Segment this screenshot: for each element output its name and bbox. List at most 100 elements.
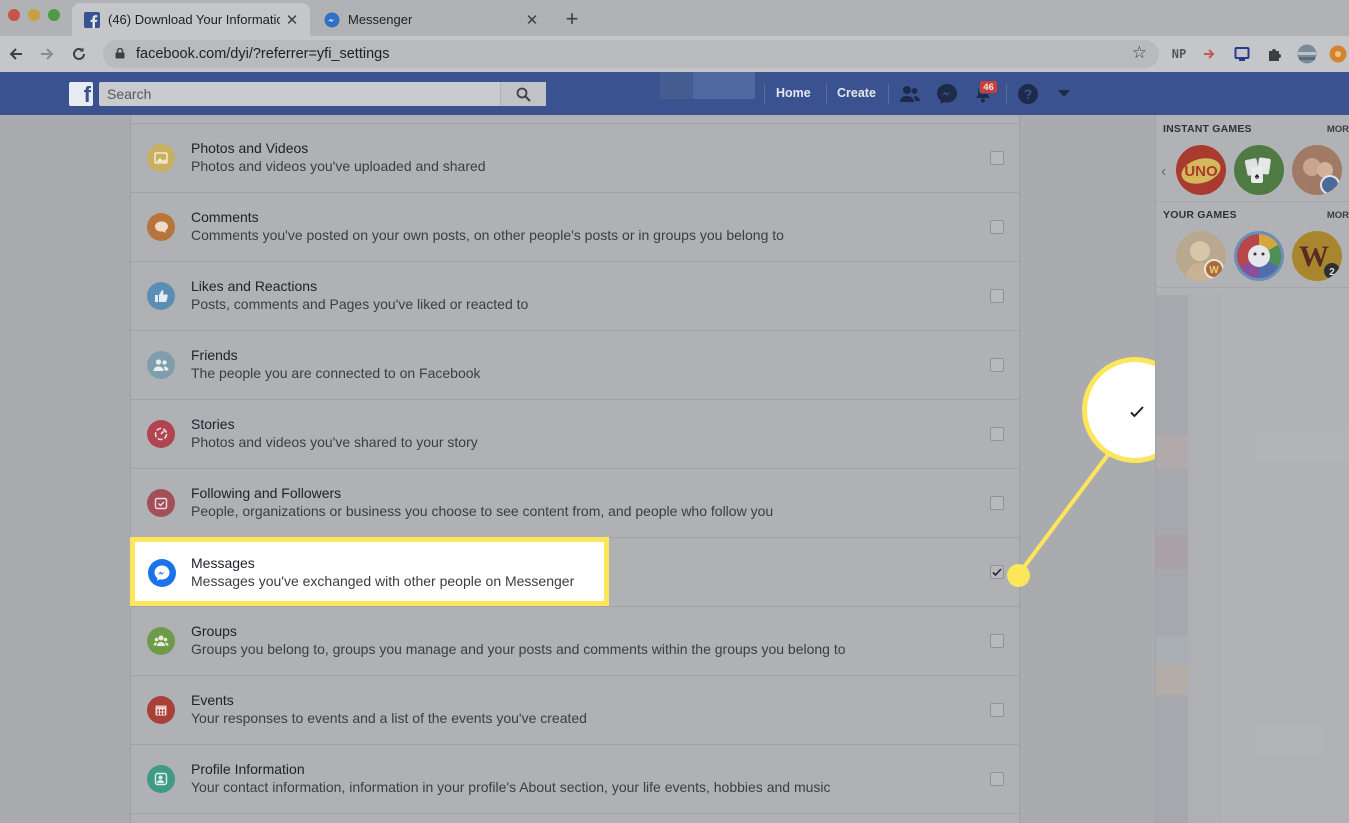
category-description: Photos and videos you've shared to your … (191, 434, 478, 450)
np-extension-icon[interactable]: NP (1170, 44, 1188, 64)
list-item-groups[interactable]: Groups Groups you belong to, groups you … (131, 606, 1019, 675)
trivia-game-icon[interactable] (1234, 231, 1284, 281)
nav-divider (764, 84, 765, 104)
category-checkbox[interactable] (990, 496, 1004, 510)
svg-text:♠: ♠ (1255, 171, 1260, 181)
uno-game-icon[interactable]: UNO (1176, 145, 1226, 195)
category-description: Comments you've posted on your own posts… (191, 227, 784, 243)
facebook-search (99, 82, 546, 106)
tab-download-information[interactable]: (46) Download Your Informatio ✕ (72, 3, 310, 36)
facebook-logo-icon[interactable]: f (69, 82, 93, 107)
messenger-favicon-icon (324, 12, 340, 27)
category-checkbox[interactable] (990, 358, 1004, 372)
thumbs-up-icon (147, 282, 175, 310)
close-window-button[interactable] (8, 9, 20, 21)
svg-text:W: W (1209, 265, 1219, 276)
category-description: Your responses to events and a list of t… (191, 710, 587, 726)
zoomed-checkmark-icon (1130, 406, 1144, 418)
words-with-friends-icon[interactable]: W2 (1292, 231, 1342, 281)
messages-checkbox[interactable] (990, 565, 1004, 579)
search-button[interactable] (500, 82, 546, 106)
profile-avatar-icon[interactable] (1296, 44, 1318, 64)
category-title: Photos and Videos (191, 140, 309, 156)
list-item-messages-highlighted[interactable]: Messages Messages you've exchanged with … (130, 537, 609, 606)
carousel-left-chevron-icon[interactable]: ‹ (1161, 163, 1166, 181)
friend-requests-icon[interactable] (899, 83, 921, 105)
search-input[interactable] (99, 82, 499, 106)
comment-icon (147, 213, 175, 241)
blurred-contact-avatar (1156, 665, 1188, 695)
category-checkbox[interactable] (990, 220, 1004, 234)
account-menu-dropdown-icon[interactable] (1053, 83, 1075, 105)
category-title: Profile Information (191, 761, 305, 777)
photo-icon (147, 144, 175, 172)
notification-count-badge: 46 (979, 80, 998, 94)
minimize-window-button[interactable] (28, 9, 40, 21)
messenger-icon[interactable] (936, 83, 958, 105)
bookmark-star-icon[interactable]: ☆ (1132, 43, 1147, 63)
solitaire-game-icon[interactable]: ♠ (1234, 145, 1284, 195)
sidebar-divider (1156, 287, 1349, 288)
cast-extension-icon[interactable] (1201, 44, 1219, 64)
orange-extension-icon[interactable] (1328, 44, 1348, 64)
list-item-following-and-followers[interactable]: Following and Followers People, organiza… (131, 468, 1019, 537)
profile-name-blur[interactable] (693, 72, 755, 99)
svg-text:?: ? (1024, 86, 1033, 102)
list-item-events[interactable]: Events Your responses to events and a li… (131, 675, 1019, 744)
screen-extension-icon[interactable] (1233, 44, 1251, 64)
home-link[interactable]: Home (776, 86, 811, 100)
new-tab-button[interactable]: + (560, 6, 584, 32)
help-icon[interactable]: ? (1017, 83, 1039, 105)
category-description: Messages you've exchanged with other peo… (191, 573, 575, 589)
back-arrow-icon[interactable] (3, 41, 29, 67)
groups-icon (147, 627, 175, 655)
svg-text:2: 2 (1329, 267, 1335, 278)
maximize-window-button[interactable] (48, 9, 60, 21)
category-checkbox[interactable] (990, 772, 1004, 786)
family-game-icon[interactable] (1292, 145, 1342, 195)
browser-tab-bar: (46) Download Your Informatio ✕ Messenge… (0, 0, 1349, 36)
facebook-favicon-icon (84, 11, 100, 28)
your-games-more-link[interactable]: MOR (1327, 210, 1349, 221)
category-description: Posts, comments and Pages you've liked o… (191, 296, 529, 312)
search-icon (516, 87, 531, 102)
category-title: Stories (191, 416, 235, 432)
category-description: People, organizations or business you ch… (191, 503, 774, 519)
list-item-comments[interactable]: Comments Comments you've posted on your … (131, 192, 1019, 261)
category-title: Following and Followers (191, 485, 342, 501)
list-item-profile-information[interactable]: Profile Information Your contact informa… (131, 744, 1019, 813)
category-checkbox[interactable] (990, 634, 1004, 648)
create-link[interactable]: Create (837, 86, 876, 100)
messenger-icon (148, 559, 176, 587)
instant-games-more-link[interactable]: MOR (1327, 124, 1349, 135)
list-item-likes-and-reactions[interactable]: Likes and Reactions Posts, comments and … (131, 261, 1019, 330)
reload-icon[interactable] (66, 41, 92, 67)
instant-games-heading: INSTANT GAMES (1163, 123, 1252, 135)
word-game-icon[interactable]: W (1176, 231, 1226, 281)
forward-arrow-icon[interactable] (34, 41, 60, 67)
category-title: Messages (191, 555, 255, 571)
nav-divider (888, 84, 889, 104)
svg-text:W: W (1299, 240, 1329, 273)
category-checkbox[interactable] (990, 427, 1004, 441)
facebook-top-bar: f Home Create ? (0, 72, 1349, 115)
close-tab-icon[interactable]: ✕ (520, 11, 544, 29)
blurred-contact-row (1256, 430, 1349, 460)
category-checkbox[interactable] (990, 151, 1004, 165)
category-title: Comments (191, 209, 259, 225)
close-tab-icon[interactable]: ✕ (280, 11, 304, 29)
profile-icon (147, 765, 175, 793)
blurred-contact-row (1256, 725, 1322, 755)
tab-messenger[interactable]: Messenger ✕ (312, 3, 550, 36)
list-item-photos-and-videos[interactable]: Photos and Videos Photos and videos you'… (131, 123, 1019, 192)
category-description: Photos and videos you've uploaded and sh… (191, 158, 486, 174)
right-sidebar: INSTANT GAMES MOR ‹ UNO ♠ YOUR GAMES MOR… (1155, 115, 1349, 823)
category-checkbox[interactable] (990, 289, 1004, 303)
list-item-stories[interactable]: Stories Photos and videos you've shared … (131, 399, 1019, 468)
browser-toolbar: facebook.com/dyi/?referrer=yfi_settings … (0, 36, 1349, 72)
category-checkbox[interactable] (990, 703, 1004, 717)
tab-title: (46) Download Your Informatio (108, 12, 280, 27)
address-bar[interactable]: facebook.com/dyi/?referrer=yfi_settings … (103, 40, 1159, 68)
puzzle-extensions-icon[interactable] (1265, 44, 1283, 64)
list-item-friends[interactable]: Friends The people you are connected to … (131, 330, 1019, 399)
